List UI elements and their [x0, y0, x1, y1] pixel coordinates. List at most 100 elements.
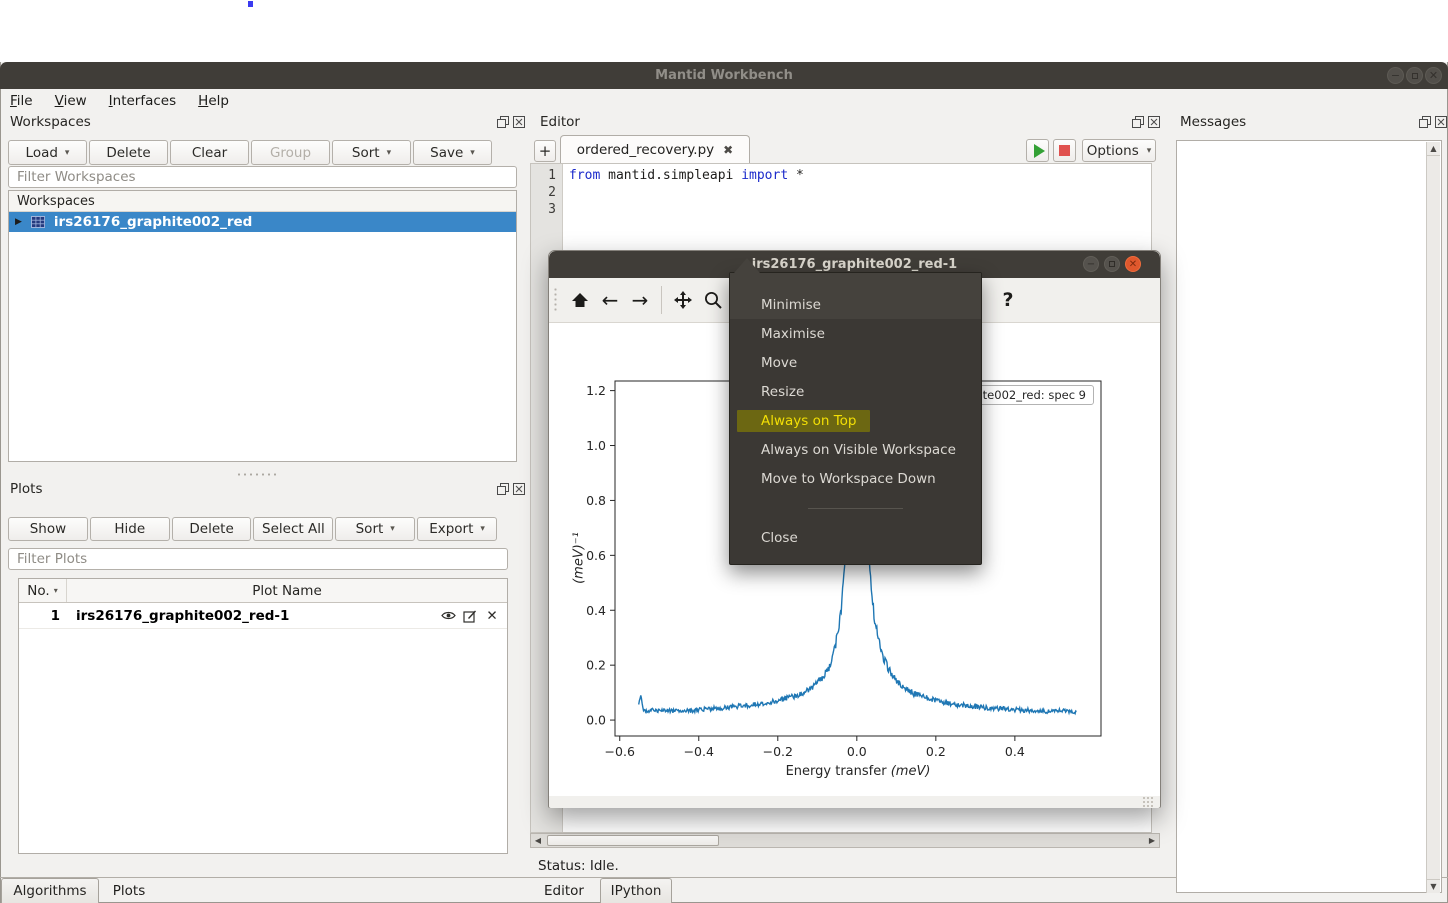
svg-text:0.8: 0.8 — [586, 493, 606, 508]
tab-plots[interactable]: Plots — [102, 878, 156, 903]
table-row[interactable]: 1 irs26176_graphite002_red-1 ✕ — [19, 603, 507, 629]
menu-interfaces[interactable]: Interfaces — [109, 93, 176, 109]
menu-item-move-to-workspace-down[interactable]: Move to Workspace Down — [730, 464, 981, 493]
app-titlebar[interactable]: Mantid Workbench — [0, 62, 1448, 89]
zoom-icon[interactable] — [698, 287, 728, 313]
scroll-down-icon[interactable]: ▼ — [1427, 879, 1440, 893]
svg-text:0.6: 0.6 — [586, 548, 606, 563]
menu-help[interactable]: Help — [198, 93, 229, 109]
close-panel-icon[interactable] — [513, 116, 525, 128]
resize-grip[interactable] — [1142, 796, 1154, 808]
screen: Mantid Workbench − ✕ File View Interface… — [0, 0, 1448, 903]
workspace-item[interactable]: ▶ irs26176_graphite002_red — [9, 212, 516, 232]
plots-panel-controls — [497, 483, 525, 495]
scroll-left-icon[interactable]: ◀ — [531, 834, 545, 847]
close-plot-icon[interactable]: ✕ — [481, 608, 503, 624]
window-context-menu: Minimise Maximise Move Resize Always on … — [729, 272, 982, 565]
tab-editor[interactable]: Editor — [533, 878, 595, 903]
clear-button[interactable]: Clear — [170, 140, 249, 165]
toolbar-grip[interactable] — [553, 287, 559, 313]
new-tab-button[interactable]: + — [534, 140, 556, 162]
show-button[interactable]: Show — [8, 517, 88, 541]
float-panel-icon[interactable] — [497, 483, 509, 495]
plots-filter-input[interactable] — [8, 548, 508, 570]
delete-plots-button[interactable]: Delete — [172, 517, 252, 541]
hide-button[interactable]: Hide — [90, 517, 170, 541]
plot-window-footer — [549, 796, 1160, 808]
svg-text:1.2: 1.2 — [586, 383, 606, 398]
window-minimize-button[interactable]: − — [1387, 67, 1404, 84]
editor-hscrollbar[interactable]: ◀ ▶ — [530, 833, 1160, 848]
dropdown-icon: ▾ — [1147, 146, 1152, 156]
window-close-button[interactable]: ✕ — [1425, 67, 1442, 84]
menu-item-resize[interactable]: Resize — [730, 377, 981, 406]
stop-button[interactable] — [1053, 139, 1076, 162]
workspaces-list: Workspaces ▶ irs26176_graphite002_red — [8, 190, 517, 462]
run-button[interactable] — [1026, 139, 1049, 162]
sort-plots-button[interactable]: Sort▾ — [335, 517, 415, 541]
sort-button[interactable]: Sort▾ — [332, 140, 411, 165]
svg-text:1.0: 1.0 — [586, 438, 606, 453]
messages-vscrollbar[interactable]: ▲ ▼ — [1426, 142, 1440, 893]
plot-minimize-button[interactable]: − — [1083, 256, 1099, 272]
plot-close-button[interactable]: ✕ — [1125, 256, 1141, 272]
menu-item-maximise[interactable]: Maximise — [730, 319, 981, 348]
menu-item-always-on-top[interactable]: Always on Top — [730, 406, 981, 435]
menu-item-minimise[interactable]: Minimise — [730, 290, 981, 319]
pan-icon[interactable] — [668, 287, 698, 313]
tab-close-icon[interactable]: ✖ — [723, 143, 733, 157]
workspaces-list-header: Workspaces — [9, 191, 516, 212]
back-icon[interactable]: ← — [595, 287, 625, 313]
plot-maximize-button[interactable] — [1104, 256, 1120, 272]
menu-item-move[interactable]: Move — [730, 348, 981, 377]
expand-icon[interactable]: ▶ — [15, 217, 22, 227]
stop-icon — [1059, 145, 1070, 156]
workspaces-filter-input[interactable] — [8, 166, 517, 188]
help-icon[interactable]: ? — [993, 287, 1023, 313]
select-all-button[interactable]: Select All — [253, 517, 333, 541]
save-button[interactable]: Save▾ — [413, 140, 492, 165]
float-panel-icon[interactable] — [497, 116, 509, 128]
minimize-icon: − — [1391, 69, 1400, 82]
export-button[interactable]: Export▾ — [417, 517, 497, 541]
minimize-icon: − — [1087, 259, 1095, 270]
svg-text:0.4: 0.4 — [1005, 744, 1025, 759]
app-title: Mantid Workbench — [655, 68, 793, 83]
hscroll-thumb[interactable] — [547, 835, 719, 846]
plots-panel-title: Plots — [10, 481, 42, 497]
menu-item-close[interactable]: Close — [730, 523, 981, 552]
menu-file[interactable]: File — [10, 93, 33, 109]
scroll-up-icon[interactable]: ▲ — [1427, 142, 1440, 156]
splitter-handle[interactable] — [236, 472, 276, 478]
float-panel-icon[interactable] — [1419, 116, 1431, 128]
options-button[interactable]: Options▾ — [1082, 139, 1156, 162]
tab-algorithms[interactable]: Algorithms — [1, 878, 99, 903]
menu-view[interactable]: View — [55, 93, 87, 109]
scroll-right-icon[interactable]: ▶ — [1145, 834, 1159, 847]
editor-file-tab[interactable]: ordered_recovery.py ✖ — [560, 135, 750, 164]
delete-button[interactable]: Delete — [89, 140, 168, 165]
load-button[interactable]: Load▾ — [8, 140, 87, 165]
svg-text:−0.6: −0.6 — [605, 744, 635, 759]
forward-icon[interactable]: → — [625, 287, 655, 313]
close-panel-icon[interactable] — [513, 483, 525, 495]
plot-window-title: irs26176_graphite002_red-1 — [752, 257, 957, 272]
close-panel-icon[interactable] — [1148, 116, 1160, 128]
status-text: Status: Idle. — [538, 858, 619, 874]
column-no[interactable]: No.▾ — [19, 579, 67, 602]
home-icon[interactable] — [565, 287, 595, 313]
menu-item-always-on-visible-workspace[interactable]: Always on Visible Workspace — [730, 435, 981, 464]
workspaces-panel-controls — [497, 116, 525, 128]
edit-plot-icon[interactable] — [459, 609, 481, 623]
window-maximize-button[interactable] — [1406, 67, 1423, 84]
file-tab-label: ordered_recovery.py — [577, 142, 714, 158]
dropdown-icon: ▾ — [480, 524, 485, 534]
group-button[interactable]: Group — [251, 140, 330, 165]
y-axis-label: (meV)⁻¹ — [572, 532, 587, 584]
float-panel-icon[interactable] — [1132, 116, 1144, 128]
tab-ipython[interactable]: IPython — [600, 878, 672, 903]
column-plot-name[interactable]: Plot Name — [67, 583, 507, 599]
messages-log[interactable]: ▲ ▼ — [1176, 140, 1442, 893]
close-panel-icon[interactable] — [1435, 116, 1447, 128]
show-plot-eye-icon[interactable] — [437, 610, 459, 621]
